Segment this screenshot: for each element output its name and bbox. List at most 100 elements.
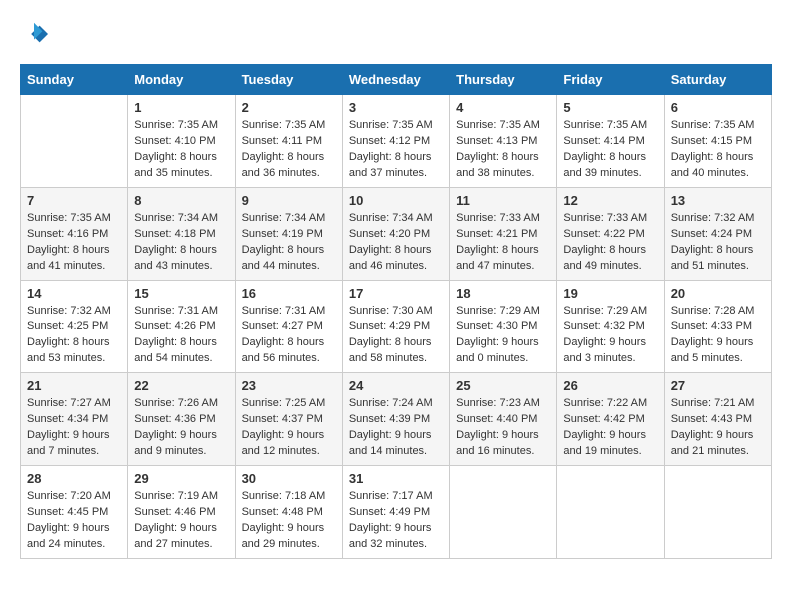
calendar-cell: 20 Sunrise: 7:28 AM Sunset: 4:33 PM Dayli… [664, 280, 771, 373]
calendar-cell: 15 Sunrise: 7:31 AM Sunset: 4:26 PM Dayli… [128, 280, 235, 373]
calendar-cell: 7 Sunrise: 7:35 AM Sunset: 4:16 PM Daylig… [21, 187, 128, 280]
day-info: Sunrise: 7:17 AM Sunset: 4:49 PM Dayligh… [349, 489, 443, 553]
calendar-cell: 21 Sunrise: 7:27 AM Sunset: 4:34 PM Dayli… [21, 373, 128, 466]
day-number: 9 [242, 193, 336, 208]
header-monday: Monday [128, 65, 235, 95]
calendar-week-0: 1 Sunrise: 7:35 AM Sunset: 4:10 PM Daylig… [21, 95, 772, 188]
header-tuesday: Tuesday [235, 65, 342, 95]
day-number: 21 [27, 378, 121, 393]
header-sunday: Sunday [21, 65, 128, 95]
day-number: 24 [349, 378, 443, 393]
day-info: Sunrise: 7:34 AM Sunset: 4:19 PM Dayligh… [242, 211, 336, 275]
calendar-week-3: 21 Sunrise: 7:27 AM Sunset: 4:34 PM Dayli… [21, 373, 772, 466]
day-number: 19 [563, 286, 657, 301]
day-info: Sunrise: 7:33 AM Sunset: 4:22 PM Dayligh… [563, 211, 657, 275]
day-info: Sunrise: 7:24 AM Sunset: 4:39 PM Dayligh… [349, 396, 443, 460]
calendar-cell: 3 Sunrise: 7:35 AM Sunset: 4:12 PM Daylig… [342, 95, 449, 188]
day-info: Sunrise: 7:35 AM Sunset: 4:15 PM Dayligh… [671, 118, 765, 182]
day-number: 18 [456, 286, 550, 301]
calendar-cell: 23 Sunrise: 7:25 AM Sunset: 4:37 PM Dayli… [235, 373, 342, 466]
day-number: 13 [671, 193, 765, 208]
day-info: Sunrise: 7:35 AM Sunset: 4:16 PM Dayligh… [27, 211, 121, 275]
day-number: 29 [134, 471, 228, 486]
day-info: Sunrise: 7:33 AM Sunset: 4:21 PM Dayligh… [456, 211, 550, 275]
day-number: 30 [242, 471, 336, 486]
calendar-cell: 31 Sunrise: 7:17 AM Sunset: 4:49 PM Dayli… [342, 466, 449, 559]
calendar-cell: 14Sunrise: 7:32 AM Sunset: 4:25 PM Dayli… [21, 280, 128, 373]
calendar-cell: 4Sunrise: 7:35 AM Sunset: 4:13 PM Daylig… [450, 95, 557, 188]
day-info: Sunrise: 7:31 AM Sunset: 4:27 PM Dayligh… [242, 304, 336, 368]
calendar-week-1: 7 Sunrise: 7:35 AM Sunset: 4:16 PM Daylig… [21, 187, 772, 280]
calendar-cell: 27Sunrise: 7:21 AM Sunset: 4:43 PM Dayli… [664, 373, 771, 466]
calendar-cell: 8Sunrise: 7:34 AM Sunset: 4:18 PM Daylig… [128, 187, 235, 280]
day-info: Sunrise: 7:29 AM Sunset: 4:30 PM Dayligh… [456, 304, 550, 368]
calendar-cell: 10Sunrise: 7:34 AM Sunset: 4:20 PM Dayli… [342, 187, 449, 280]
day-number: 22 [134, 378, 228, 393]
calendar-cell: 11 Sunrise: 7:33 AM Sunset: 4:21 PM Dayli… [450, 187, 557, 280]
day-info: Sunrise: 7:35 AM Sunset: 4:14 PM Dayligh… [563, 118, 657, 182]
calendar-week-2: 14Sunrise: 7:32 AM Sunset: 4:25 PM Dayli… [21, 280, 772, 373]
day-number: 3 [349, 100, 443, 115]
calendar: SundayMondayTuesdayWednesdayThursdayFrid… [20, 64, 772, 559]
calendar-cell: 19 Sunrise: 7:29 AM Sunset: 4:32 PM Dayli… [557, 280, 664, 373]
day-number: 11 [456, 193, 550, 208]
calendar-cell [664, 466, 771, 559]
day-info: Sunrise: 7:29 AM Sunset: 4:32 PM Dayligh… [563, 304, 657, 368]
header-thursday: Thursday [450, 65, 557, 95]
day-number: 17 [349, 286, 443, 301]
calendar-cell: 6 Sunrise: 7:35 AM Sunset: 4:15 PM Daylig… [664, 95, 771, 188]
day-number: 25 [456, 378, 550, 393]
day-number: 5 [563, 100, 657, 115]
calendar-cell: 22 Sunrise: 7:26 AM Sunset: 4:36 PM Dayli… [128, 373, 235, 466]
calendar-cell: 29 Sunrise: 7:19 AM Sunset: 4:46 PM Dayli… [128, 466, 235, 559]
day-number: 2 [242, 100, 336, 115]
calendar-cell: 28 Sunrise: 7:20 AM Sunset: 4:45 PM Dayli… [21, 466, 128, 559]
page-header [20, 20, 772, 48]
calendar-cell: 18 Sunrise: 7:29 AM Sunset: 4:30 PM Dayli… [450, 280, 557, 373]
day-info: Sunrise: 7:28 AM Sunset: 4:33 PM Dayligh… [671, 304, 765, 368]
calendar-header-row: SundayMondayTuesdayWednesdayThursdayFrid… [21, 65, 772, 95]
calendar-cell: 2Sunrise: 7:35 AM Sunset: 4:11 PM Daylig… [235, 95, 342, 188]
calendar-cell: 12 Sunrise: 7:33 AM Sunset: 4:22 PM Dayli… [557, 187, 664, 280]
day-number: 28 [27, 471, 121, 486]
calendar-cell: 13Sunrise: 7:32 AM Sunset: 4:24 PM Dayli… [664, 187, 771, 280]
calendar-cell [557, 466, 664, 559]
calendar-cell: 30 Sunrise: 7:18 AM Sunset: 4:48 PM Dayli… [235, 466, 342, 559]
calendar-cell: 16 Sunrise: 7:31 AM Sunset: 4:27 PM Dayli… [235, 280, 342, 373]
calendar-cell: 17 Sunrise: 7:30 AM Sunset: 4:29 PM Dayli… [342, 280, 449, 373]
header-saturday: Saturday [664, 65, 771, 95]
day-number: 15 [134, 286, 228, 301]
calendar-cell [21, 95, 128, 188]
day-number: 31 [349, 471, 443, 486]
calendar-cell: 26Sunrise: 7:22 AM Sunset: 4:42 PM Dayli… [557, 373, 664, 466]
day-number: 10 [349, 193, 443, 208]
day-info: Sunrise: 7:27 AM Sunset: 4:34 PM Dayligh… [27, 396, 121, 460]
logo [20, 20, 52, 48]
day-info: Sunrise: 7:25 AM Sunset: 4:37 PM Dayligh… [242, 396, 336, 460]
day-info: Sunrise: 7:35 AM Sunset: 4:10 PM Dayligh… [134, 118, 228, 182]
day-info: Sunrise: 7:31 AM Sunset: 4:26 PM Dayligh… [134, 304, 228, 368]
day-info: Sunrise: 7:22 AM Sunset: 4:42 PM Dayligh… [563, 396, 657, 460]
day-info: Sunrise: 7:26 AM Sunset: 4:36 PM Dayligh… [134, 396, 228, 460]
day-info: Sunrise: 7:21 AM Sunset: 4:43 PM Dayligh… [671, 396, 765, 460]
day-number: 1 [134, 100, 228, 115]
day-number: 4 [456, 100, 550, 115]
day-info: Sunrise: 7:34 AM Sunset: 4:18 PM Dayligh… [134, 211, 228, 275]
calendar-cell [450, 466, 557, 559]
day-number: 6 [671, 100, 765, 115]
day-info: Sunrise: 7:18 AM Sunset: 4:48 PM Dayligh… [242, 489, 336, 553]
calendar-cell: 5 Sunrise: 7:35 AM Sunset: 4:14 PM Daylig… [557, 95, 664, 188]
calendar-cell: 25Sunrise: 7:23 AM Sunset: 4:40 PM Dayli… [450, 373, 557, 466]
day-number: 12 [563, 193, 657, 208]
calendar-cell: 9 Sunrise: 7:34 AM Sunset: 4:19 PM Daylig… [235, 187, 342, 280]
day-number: 7 [27, 193, 121, 208]
day-info: Sunrise: 7:20 AM Sunset: 4:45 PM Dayligh… [27, 489, 121, 553]
day-info: Sunrise: 7:19 AM Sunset: 4:46 PM Dayligh… [134, 489, 228, 553]
day-info: Sunrise: 7:30 AM Sunset: 4:29 PM Dayligh… [349, 304, 443, 368]
day-number: 23 [242, 378, 336, 393]
day-number: 16 [242, 286, 336, 301]
day-number: 20 [671, 286, 765, 301]
logo-icon [20, 20, 48, 48]
day-info: Sunrise: 7:35 AM Sunset: 4:12 PM Dayligh… [349, 118, 443, 182]
day-number: 14 [27, 286, 121, 301]
